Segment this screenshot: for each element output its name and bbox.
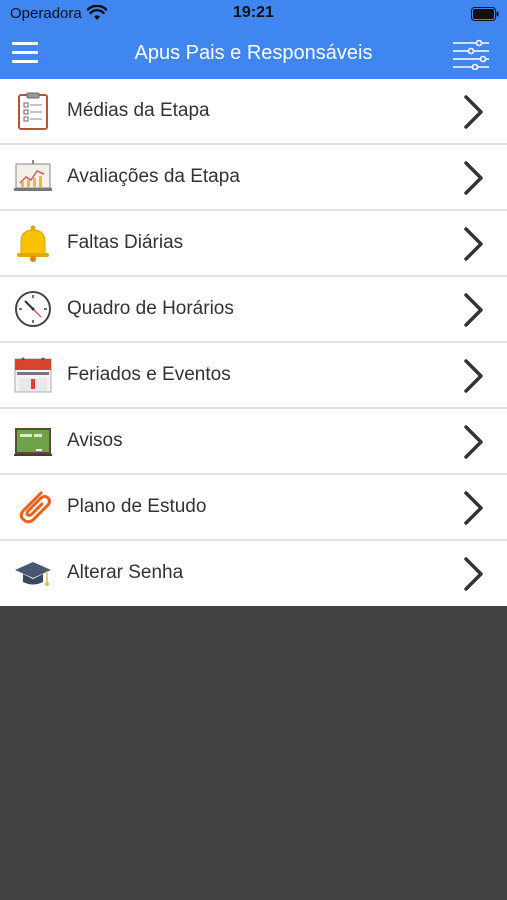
bell-icon: [14, 224, 52, 262]
menu-item-label: Plano de Estudo: [67, 496, 207, 517]
chalkboard-icon: [14, 422, 52, 460]
paperclip-icon: [14, 488, 52, 526]
chevron-right-icon: [463, 358, 485, 394]
menu-item-label: Faltas Diárias: [67, 232, 184, 253]
menu-item-label: Avisos: [67, 430, 123, 451]
chart-board-icon: [14, 158, 52, 196]
menu-item-plano-estudo[interactable]: Plano de Estudo: [0, 475, 507, 541]
menu-item-medias-etapa[interactable]: Médias da Etapa: [0, 79, 507, 145]
menu-item-feriados-eventos[interactable]: Feriados e Eventos: [0, 343, 507, 409]
status-bar: Operadora 19:21: [0, 0, 507, 30]
menu-item-label: Feriados e Eventos: [67, 364, 231, 385]
menu-item-label: Avaliações da Etapa: [67, 166, 240, 187]
chevron-right-icon: [463, 490, 485, 526]
menu-item-quadro-horarios[interactable]: Quadro de Horários: [0, 277, 507, 343]
chevron-right-icon: [463, 94, 485, 130]
menu-item-faltas-diarias[interactable]: Faltas Diárias: [0, 211, 507, 277]
page-title: Apus Pais e Responsáveis: [134, 42, 373, 64]
settings-sliders-button[interactable]: [451, 38, 491, 71]
menu-item-label: Quadro de Horários: [67, 298, 234, 319]
chevron-right-icon: [463, 556, 485, 592]
menu-item-alterar-senha[interactable]: Alterar Senha: [0, 541, 507, 606]
clock-time: 19:21: [233, 4, 274, 21]
menu-item-avaliacoes-etapa[interactable]: Avaliações da Etapa: [0, 145, 507, 211]
graduation-cap-icon: [14, 554, 52, 592]
chevron-right-icon: [463, 226, 485, 262]
chevron-right-icon: [463, 160, 485, 196]
menu-item-avisos[interactable]: Avisos: [0, 409, 507, 475]
menu-item-label: Alterar Senha: [67, 562, 184, 583]
chevron-right-icon: [463, 424, 485, 460]
clock-icon: [14, 290, 52, 328]
sliders-icon: [453, 39, 489, 71]
clipboard-icon: [14, 92, 52, 130]
menu-list: Médias da Etapa Avaliações da Etapa Falt…: [0, 79, 507, 606]
chevron-right-icon: [463, 292, 485, 328]
menu-item-label: Médias da Etapa: [67, 100, 210, 121]
battery-icon: [471, 7, 499, 26]
nav-bar: Apus Pais e Responsáveis: [0, 30, 507, 79]
calendar-icon: [14, 356, 52, 394]
